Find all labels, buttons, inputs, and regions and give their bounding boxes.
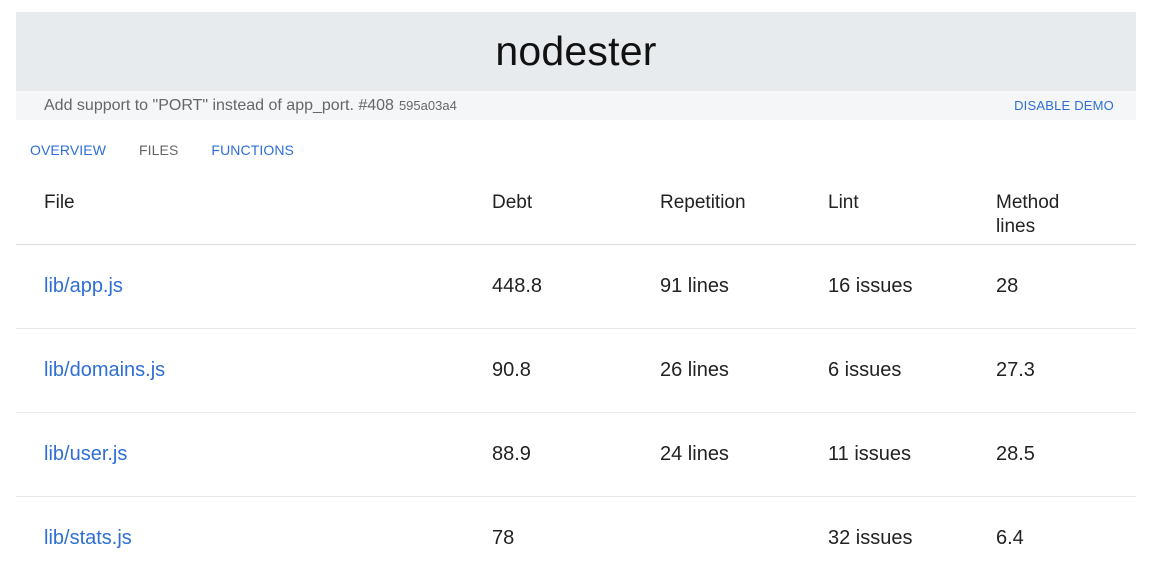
repetition-value: 24 lines — [660, 443, 729, 465]
table-row: lib/app.js 448.8 91 lines 16 issues 28 — [16, 245, 1136, 329]
tab-bar: OVERVIEW FILES FUNCTIONS — [30, 142, 294, 158]
table-row: lib/user.js 88.9 24 lines 11 issues 28.5 — [16, 413, 1136, 497]
column-header-repetition[interactable]: Repetition — [660, 191, 746, 215]
commit-bar: Add support to "PORT" instead of app_por… — [16, 91, 1136, 120]
column-header-file[interactable]: File — [44, 191, 75, 215]
file-link[interactable]: lib/domains.js — [44, 358, 165, 382]
debt-value: 78 — [492, 527, 515, 549]
tab-functions[interactable]: FUNCTIONS — [211, 142, 294, 158]
page-title: nodester — [495, 28, 657, 74]
page-header: nodester — [16, 12, 1136, 91]
tab-overview[interactable]: OVERVIEW — [30, 142, 106, 158]
method-lines-value: 27.3 — [996, 359, 1035, 381]
repetition-value: 26 lines — [660, 359, 729, 381]
file-link[interactable]: lib/app.js — [44, 274, 123, 298]
debt-value: 448.8 — [492, 275, 543, 297]
tab-files[interactable]: FILES — [139, 142, 178, 158]
method-lines-value: 28.5 — [996, 443, 1035, 465]
lint-value: 16 issues — [828, 275, 913, 297]
repetition-value: 91 lines — [660, 275, 729, 297]
debt-value: 90.8 — [492, 359, 531, 381]
debt-value: 88.9 — [492, 443, 531, 465]
method-lines-value: 28 — [996, 275, 1019, 297]
column-header-method-lines[interactable]: Method lines — [996, 191, 1086, 239]
disable-demo-link[interactable]: DISABLE DEMO — [1014, 98, 1114, 113]
table-row: lib/stats.js 78 32 issues 6.4 — [16, 497, 1136, 578]
file-link[interactable]: lib/stats.js — [44, 526, 132, 550]
method-lines-value: 6.4 — [996, 527, 1024, 549]
lint-value: 11 issues — [828, 443, 912, 465]
column-header-debt[interactable]: Debt — [492, 191, 532, 215]
commit-hash: 595a03a4 — [398, 98, 457, 113]
commit-message: Add support to "PORT" instead of app_por… — [44, 96, 394, 114]
lint-value: 6 issues — [828, 359, 902, 381]
table-header: File Debt Repetition Lint Method lines — [16, 186, 1136, 245]
file-link[interactable]: lib/user.js — [44, 442, 127, 466]
lint-value: 32 issues — [828, 527, 913, 549]
table-row: lib/domains.js 90.8 26 lines 6 issues 27… — [16, 329, 1136, 413]
column-header-lint[interactable]: Lint — [828, 191, 859, 215]
files-table: File Debt Repetition Lint Method lines l… — [16, 186, 1136, 578]
